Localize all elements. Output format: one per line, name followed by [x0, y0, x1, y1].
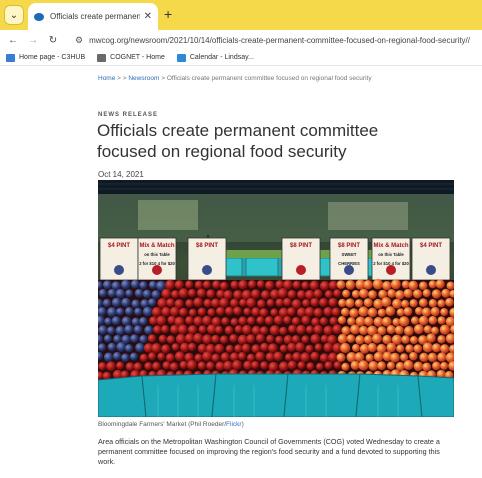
caption-text: Bloomingdale Farmers' Market (Phil Roede…	[98, 421, 227, 428]
browser-window: ⌄ Officials create permanent com ✕ + ← →…	[0, 0, 482, 478]
breadcrumb-home[interactable]: Home	[98, 75, 115, 82]
photo-caption: Bloomingdale Farmers' Market (Phil Roede…	[98, 421, 244, 428]
price-sign-text: Mix & Match	[373, 243, 408, 249]
price-sign-text: on this Table	[144, 252, 170, 257]
breadcrumb: Home > > Newsroom > Officials create per…	[98, 74, 398, 83]
price-sign-text: on this Table	[378, 252, 404, 257]
tab-strip: ⌄ Officials create permanent com ✕ +	[0, 0, 482, 30]
price-sign: $4 PINT	[411, 237, 451, 281]
price-sign: $8 PINT	[281, 237, 321, 281]
price-sign: Mix & Matchon this Table2 for $10 4 for …	[371, 237, 411, 281]
flickr-link[interactable]: Flickr	[226, 421, 242, 428]
page-title: Officials create permanent committee foc…	[97, 121, 379, 161]
tab-search-icon[interactable]: ⌄	[4, 5, 24, 25]
bookmark-icon	[176, 53, 186, 62]
page-content: Home > > Newsroom > Officials create per…	[0, 66, 482, 478]
news-release-label: NEWS RELEASE	[98, 112, 159, 118]
price-sign: $8 PINT	[187, 237, 227, 281]
bookmark-item[interactable]: Home page - C3HUB	[6, 53, 86, 62]
breadcrumb-newsroom[interactable]: Newsroom	[128, 75, 159, 82]
price-sign-text: $8 PINT	[338, 243, 360, 249]
url-text: mwcog.org/newsroom/2021/10/14/officials-…	[89, 35, 470, 45]
farmers-market-photo: $4 PINT Mix & Match on this Table 2 for $10…	[98, 180, 454, 417]
bookmarks-bar: Home page - C3HUB COGNET - Home Calendar -…	[0, 50, 482, 66]
address-bar[interactable]: ⚙ mwcog.org/newsroom/2021/10/14/official…	[75, 32, 480, 48]
price-sign: Mix & Matchon this Table2 for $10 4 for …	[137, 237, 177, 281]
bookmark-item[interactable]: COGNET - Home	[97, 53, 165, 62]
price-sign: $4 PINT	[99, 237, 139, 281]
bookmark-item[interactable]: Calendar - Lindsay...	[176, 53, 254, 62]
breadcrumb-separator: > >	[115, 75, 129, 82]
site-info-icon[interactable]: ⚙	[75, 35, 83, 46]
bookmark-label: COGNET - Home	[110, 54, 165, 61]
active-tab[interactable]: Officials create permanent com ✕	[28, 3, 158, 30]
tab-title: Officials create permanent com	[50, 12, 140, 21]
price-sign: $8 PINTSWEETCHERRIES	[329, 237, 369, 281]
article-paragraph: Area officials on the Metropolitan Washi…	[98, 437, 440, 466]
bookmark-label: Home page - C3HUB	[19, 54, 86, 61]
price-sign-text: $8 PINT	[196, 243, 218, 249]
price-sign-text: SWEET	[342, 252, 357, 257]
forward-icon[interactable]: →	[26, 35, 40, 46]
price-sign-text: $8 PINT	[290, 243, 312, 249]
price-sign-text: Mix & Match	[139, 243, 174, 249]
close-tab-icon[interactable]: ✕	[144, 11, 152, 22]
publish-date: Oct 14, 2021	[98, 170, 144, 179]
breadcrumb-current: > Officials create permanent committee f…	[159, 75, 372, 82]
reload-icon[interactable]: ↻	[46, 35, 60, 46]
bookmark-label: Calendar - Lindsay...	[189, 54, 254, 61]
price-sign-text: $4 PINT	[108, 243, 130, 249]
site-favicon-icon	[34, 12, 44, 21]
caption-end: )	[241, 421, 244, 428]
new-tab-icon[interactable]: +	[164, 6, 172, 22]
price-sign-text: $4 PINT	[420, 243, 442, 249]
toolbar: ← → ↻ ⚙ mwcog.org/newsroom/2021/10/14/of…	[0, 30, 482, 50]
bookmark-icon	[6, 53, 15, 62]
bookmark-icon	[97, 53, 107, 62]
back-icon[interactable]: ←	[6, 35, 20, 46]
